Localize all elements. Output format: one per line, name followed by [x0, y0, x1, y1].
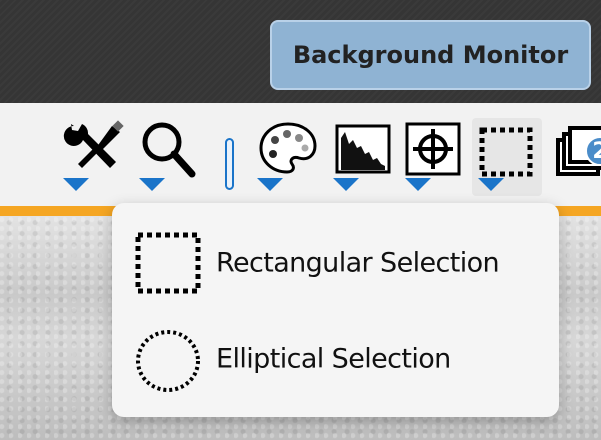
rectangle-selection-icon: [135, 232, 201, 294]
separator-icon: [225, 138, 234, 190]
dropdown-arrow-icon: [139, 178, 165, 191]
histogram-icon: [335, 124, 391, 174]
target-button[interactable]: [403, 118, 465, 196]
menu-item-rectangular-selection[interactable]: Rectangular Selection: [112, 217, 559, 309]
selection-tool-button[interactable]: [472, 118, 542, 196]
dropdown-arrow-icon: [63, 178, 89, 191]
histogram-button[interactable]: [333, 118, 395, 196]
dropdown-arrow-icon: [478, 178, 504, 191]
dropdown-arrow-icon: [257, 178, 283, 191]
rectangle-selection-icon: [479, 127, 533, 177]
crosshair-icon: [405, 122, 461, 176]
menu-item-label: Elliptical Selection: [216, 343, 451, 375]
ellipse-selection-icon: [136, 330, 200, 392]
tools-button[interactable]: [60, 118, 130, 196]
menu-item-label: Rectangular Selection: [216, 247, 500, 279]
magnifier-icon: [142, 122, 196, 178]
zoom-button[interactable]: [138, 118, 200, 196]
palette-icon: [259, 122, 317, 174]
color-button[interactable]: [257, 118, 319, 196]
selection-dropdown-menu: Rectangular Selection Elliptical Selecti…: [112, 203, 559, 417]
background-monitor-button[interactable]: Background Monitor: [270, 20, 591, 90]
menu-item-elliptical-selection[interactable]: Elliptical Selection: [112, 313, 559, 405]
dropdown-arrow-icon: [333, 178, 359, 191]
top-bar: Background Monitor: [0, 0, 601, 103]
wrench-screwdriver-icon: [63, 120, 124, 168]
dropdown-arrow-icon: [405, 178, 431, 191]
